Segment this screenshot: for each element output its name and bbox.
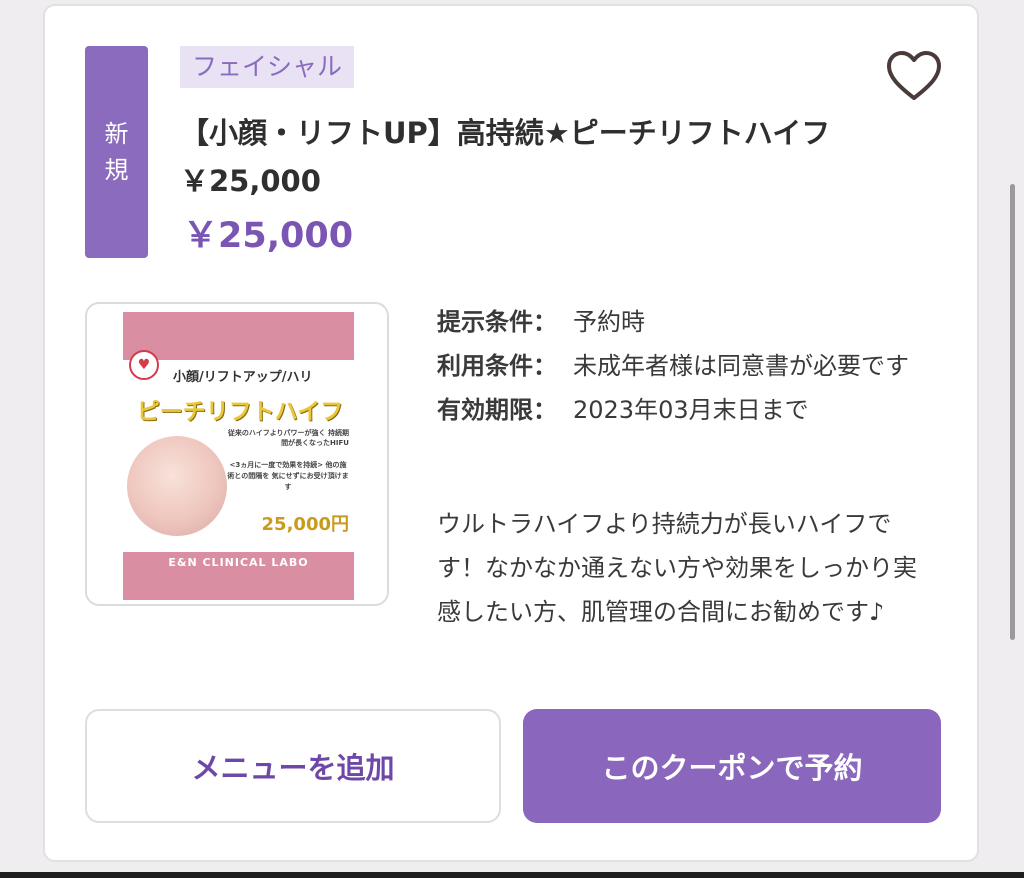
category-tag: フェイシャル xyxy=(180,46,355,88)
coupon-title: 【小顔・リフトUP】高持続★ピーチリフトハイフ￥25,000 xyxy=(180,116,831,198)
condition-row: 提示条件： 予約時 xyxy=(437,300,937,344)
coupon-image: ♥ 小顔/リフトアップ/ハリ ピーチリフトハイフ 従来のハイフよりパワーが強く … xyxy=(123,312,354,600)
scrollbar[interactable] xyxy=(1010,184,1015,640)
condition-key: 有効期限： xyxy=(437,396,557,424)
image-headline: ピーチリフトハイフ xyxy=(136,399,344,425)
image-desc-top: 従来のハイフよりパワーが強く 持続期間が長くなったHIFU xyxy=(227,429,349,447)
coupon-price: ￥25,000 xyxy=(183,216,354,256)
clinic-logo-icon: ♥ xyxy=(129,350,159,380)
condition-row: 利用条件： 未成年者様は同意書が必要です xyxy=(437,344,937,388)
image-price: 25,000円 xyxy=(261,514,349,535)
coupon-image-frame[interactable]: ♥ 小顔/リフトアップ/ハリ ピーチリフトハイフ 従来のハイフよりパワーが強く … xyxy=(85,302,389,606)
coupon-conditions: 提示条件： 予約時 利用条件： 未成年者様は同意書が必要です 有効期限： 202… xyxy=(437,300,937,432)
condition-row: 有効期限： 2023年03月末日まで xyxy=(437,388,937,432)
coupon-card: 新 規 フェイシャル 【小顔・リフトUP】高持続★ピーチリフトハイフ￥25,00… xyxy=(43,4,979,862)
new-badge-char: 規 xyxy=(104,156,129,184)
reserve-coupon-button[interactable]: このクーポンで予約 xyxy=(523,709,941,823)
image-subtitle: 小顔/リフトアップ/ハリ xyxy=(173,370,313,385)
add-menu-button[interactable]: メニューを追加 xyxy=(85,709,501,823)
condition-value: 未成年者様は同意書が必要です xyxy=(573,352,909,380)
image-top-band xyxy=(123,312,354,360)
heart-icon[interactable] xyxy=(885,48,943,106)
condition-key: 提示条件： xyxy=(437,308,557,336)
face-photo xyxy=(127,436,227,536)
bottom-edge xyxy=(0,872,1024,878)
new-badge: 新 規 xyxy=(85,46,148,258)
condition-value: 2023年03月末日まで xyxy=(573,396,809,424)
coupon-description: ウルトラハイフより持続力が長いハイフです！なかなか通えない方や効果をしっかり実感… xyxy=(437,510,917,626)
new-badge-char: 新 xyxy=(104,120,129,148)
image-desc-mid: <3ヵ月に一度で効果を持続> 他の施術との間隔を 気にせずにお受け頂けます xyxy=(227,461,349,491)
image-brand: E&N CLINICAL LABO xyxy=(168,556,309,569)
condition-value: 予約時 xyxy=(573,308,645,336)
condition-key: 利用条件： xyxy=(437,352,557,380)
